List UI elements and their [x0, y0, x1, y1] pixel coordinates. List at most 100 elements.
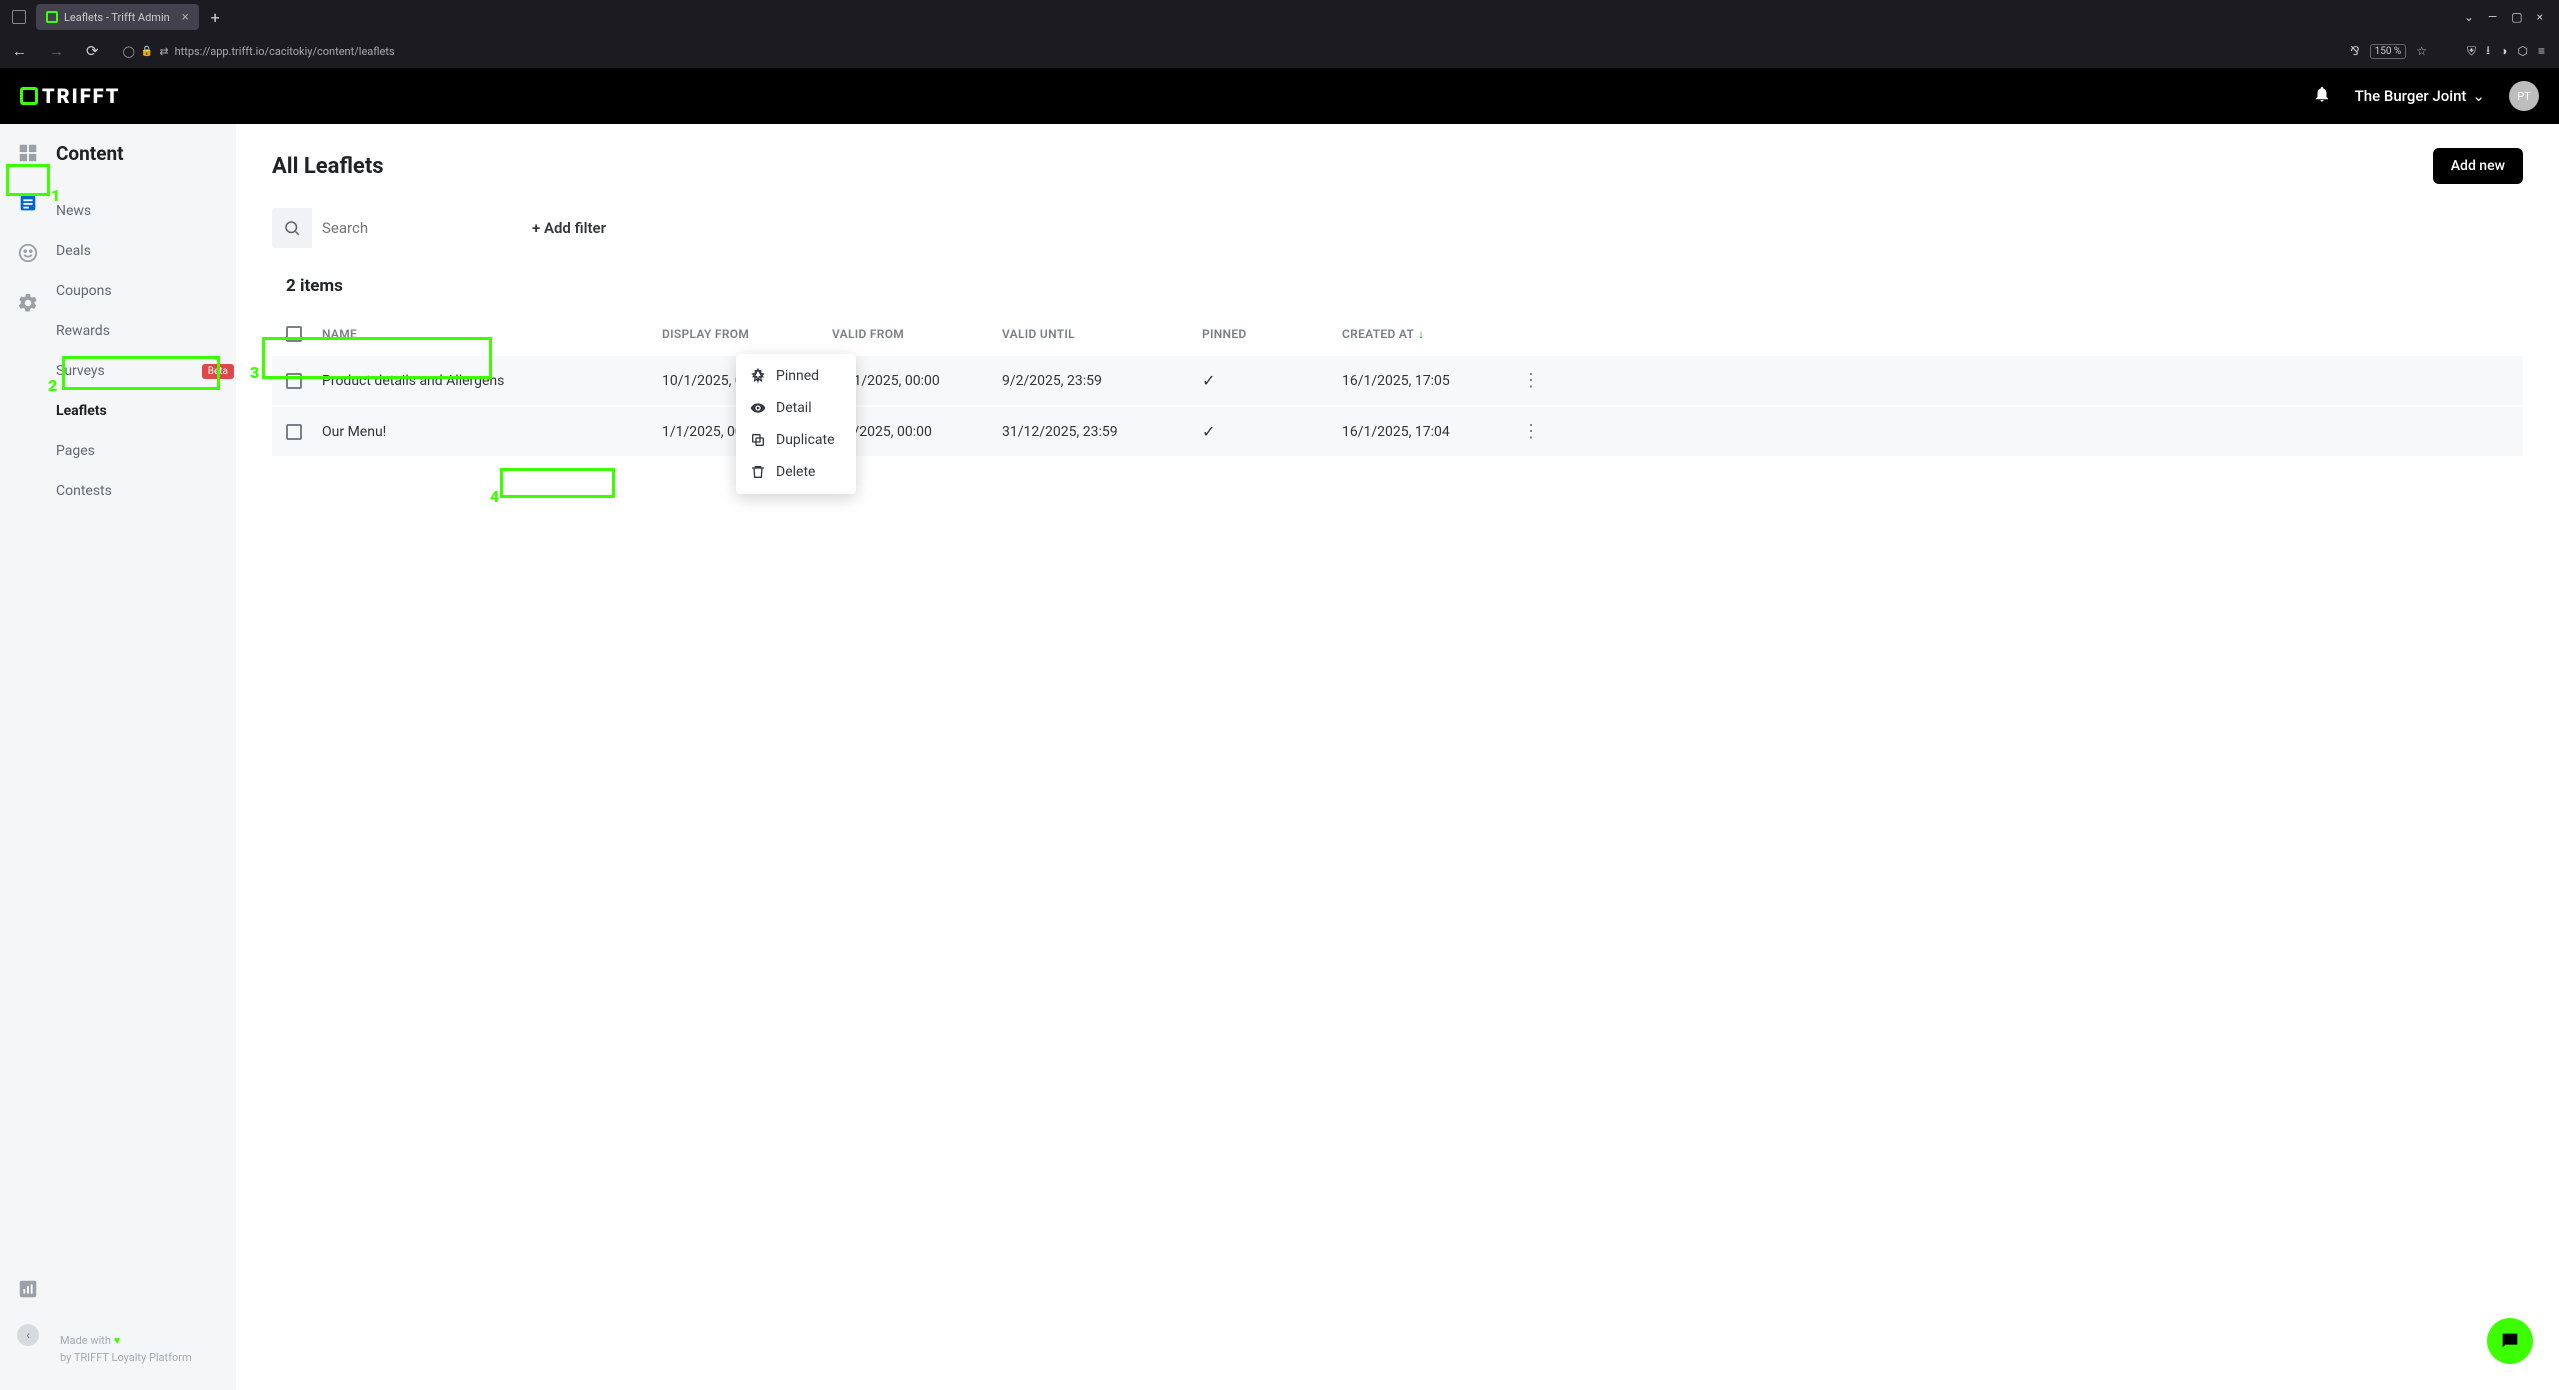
- heart-icon: ♥: [114, 1334, 121, 1347]
- annotation-label-4: 4: [490, 487, 499, 506]
- window-controls: ⌄ — ▢ ×: [2464, 10, 2553, 24]
- col-display-from[interactable]: DISPLAY FROM: [662, 327, 832, 341]
- sidebar-item-contests[interactable]: Contests: [56, 471, 236, 511]
- menu-item-duplicate[interactable]: Duplicate: [736, 424, 856, 456]
- pin-icon: [750, 368, 766, 384]
- sidebar-item-pages[interactable]: Pages: [56, 431, 236, 471]
- cell-created-at: 16/1/2025, 17:05: [1342, 373, 1522, 389]
- row-checkbox[interactable]: [286, 373, 302, 389]
- chat-bubble-button[interactable]: [2487, 1318, 2533, 1364]
- row-checkbox[interactable]: [286, 424, 302, 440]
- zoom-badge[interactable]: 150 %: [2370, 44, 2407, 59]
- row-more-button[interactable]: ⋮: [1522, 370, 1562, 391]
- sidebar-item-coupons[interactable]: Coupons: [56, 271, 236, 311]
- page-title: All Leaflets: [272, 154, 384, 179]
- forward-button[interactable]: →: [43, 42, 70, 60]
- search-input[interactable]: [312, 208, 512, 248]
- leaflets-table: NAME DISPLAY FROM VALID FROM VALID UNTIL…: [272, 312, 2523, 458]
- close-tab-icon[interactable]: ×: [182, 10, 189, 25]
- rail-content-icon[interactable]: [17, 192, 39, 214]
- app-body: ‹ Content News Deals Coupons Rewards Sur…: [0, 124, 2559, 1390]
- cell-name: Our Menu!: [322, 424, 662, 440]
- download-icon[interactable]: ⭳: [2486, 41, 2490, 62]
- tab-title: Leaflets - Trifft Admin: [64, 11, 170, 24]
- sidebar-item-deals[interactable]: Deals: [56, 231, 236, 271]
- sidebar: Content News Deals Coupons Rewards Surve…: [56, 124, 236, 1390]
- annotation-label-2: 2: [48, 376, 57, 395]
- cell-name: Product details and Allergens: [322, 373, 662, 389]
- add-new-button[interactable]: Add new: [2433, 148, 2523, 184]
- items-count: 2 items: [272, 268, 2523, 304]
- search-icon[interactable]: [272, 208, 312, 248]
- trash-icon: [750, 464, 766, 480]
- address-bar: ← → ⟳ ◯ 🔒 ⇄ https://app.trifft.io/cacito…: [0, 34, 2559, 68]
- reload-button[interactable]: ⟳: [80, 42, 105, 60]
- new-tab-button[interactable]: +: [203, 8, 228, 27]
- row-more-button[interactable]: ⋮: [1522, 421, 1562, 442]
- add-filter-button[interactable]: + Add filter: [532, 219, 606, 237]
- search-box: [272, 208, 512, 248]
- bell-icon[interactable]: [2313, 85, 2331, 108]
- pocket-icon[interactable]: ⛨: [2467, 44, 2476, 59]
- avatar-initials: PT: [2517, 90, 2531, 103]
- translate-icon[interactable]: ⅋: [2350, 44, 2359, 58]
- back-button[interactable]: ←: [6, 42, 33, 60]
- collapse-sidebar-button[interactable]: ‹: [17, 1324, 39, 1346]
- cell-valid-from: 10/1/2025, 00:00: [832, 373, 1002, 389]
- rail-settings-icon[interactable]: [17, 292, 39, 314]
- sort-desc-icon: ↓: [1418, 327, 1424, 341]
- col-valid-until[interactable]: VALID UNTIL: [1002, 327, 1202, 341]
- avatar[interactable]: PT: [2509, 81, 2539, 111]
- pinned-check-icon: ✓: [1202, 371, 1342, 390]
- url-text: https://app.trifft.io/cacitokiy/content/…: [175, 45, 395, 58]
- account-icon[interactable]: ◑: [2500, 44, 2507, 58]
- cell-valid-until: 31/12/2025, 23:59: [1002, 424, 1202, 440]
- star-icon[interactable]: ☆: [2416, 44, 2427, 58]
- annotation-label-3: 3: [250, 363, 259, 382]
- close-window-icon[interactable]: ×: [2537, 10, 2543, 24]
- sidebar-item-rewards[interactable]: Rewards: [56, 311, 236, 351]
- url-input[interactable]: ◯ 🔒 ⇄ https://app.trifft.io/cacitokiy/co…: [115, 41, 2341, 62]
- col-pinned[interactable]: PINNED: [1202, 327, 1342, 341]
- menu-item-pinned[interactable]: Pinned: [736, 360, 856, 392]
- sidebar-item-leaflets[interactable]: Leaflets: [56, 391, 236, 431]
- menu-icon[interactable]: ≡: [2538, 44, 2545, 58]
- menu-item-delete[interactable]: Delete: [736, 456, 856, 488]
- toolbar-right: ⅋ 150 % ☆ ⛨ ⭳ ◑ ⬡ ≡: [2350, 41, 2553, 62]
- sidebar-item-surveys[interactable]: SurveysBeta: [56, 351, 236, 391]
- lock-icon: 🔒: [141, 46, 153, 57]
- rail-chart-icon[interactable]: [17, 1278, 39, 1300]
- sidebar-nav: News Deals Coupons Rewards SurveysBeta L…: [56, 191, 236, 511]
- table-row[interactable]: Our Menu! 1/1/2025, 00:00 1/1/2025, 00:0…: [272, 407, 2523, 458]
- maximize-icon[interactable]: ▢: [2511, 10, 2522, 24]
- extension-icon[interactable]: ⬡: [2518, 44, 2528, 58]
- icon-rail: ‹: [0, 124, 56, 1390]
- rail-dashboard-icon[interactable]: [17, 142, 39, 164]
- shield-icon: ◯: [123, 45, 135, 58]
- browser-tab[interactable]: Leaflets - Trifft Admin ×: [36, 4, 199, 30]
- annotation-label-1: 1: [51, 186, 60, 205]
- swap-icon: ⇄: [159, 45, 168, 58]
- logo[interactable]: TRIFFT: [20, 84, 120, 108]
- sidebar-item-news[interactable]: News: [56, 191, 236, 231]
- table-header: NAME DISPLAY FROM VALID FROM VALID UNTIL…: [272, 312, 2523, 356]
- logo-icon: [20, 87, 38, 105]
- org-switcher[interactable]: The Burger Joint ⌄: [2355, 87, 2485, 105]
- sidebar-section-title: Content: [56, 142, 236, 181]
- col-name[interactable]: NAME: [322, 327, 662, 341]
- chevron-down-icon[interactable]: ⌄: [2464, 10, 2474, 24]
- table-row[interactable]: Product details and Allergens 10/1/2025,…: [272, 356, 2523, 407]
- col-valid-from[interactable]: VALID FROM: [832, 327, 1002, 341]
- org-name-label: The Burger Joint: [2355, 87, 2467, 105]
- minimize-icon[interactable]: —: [2488, 10, 2497, 24]
- favicon-icon: [46, 11, 58, 23]
- footer-credit: Made with ♥ by TRIFFT Loyalty Platform: [60, 1333, 192, 1366]
- tab-bar: Leaflets - Trifft Admin × + ⌄ — ▢ ×: [0, 0, 2559, 34]
- menu-item-detail[interactable]: Detail: [736, 392, 856, 424]
- logo-text: TRIFFT: [42, 84, 120, 108]
- eye-icon: [750, 400, 766, 416]
- select-all-checkbox[interactable]: [286, 326, 302, 342]
- rail-smile-icon[interactable]: [17, 242, 39, 264]
- col-created-at[interactable]: CREATED AT↓: [1342, 327, 1522, 341]
- cell-valid-until: 9/2/2025, 23:59: [1002, 373, 1202, 389]
